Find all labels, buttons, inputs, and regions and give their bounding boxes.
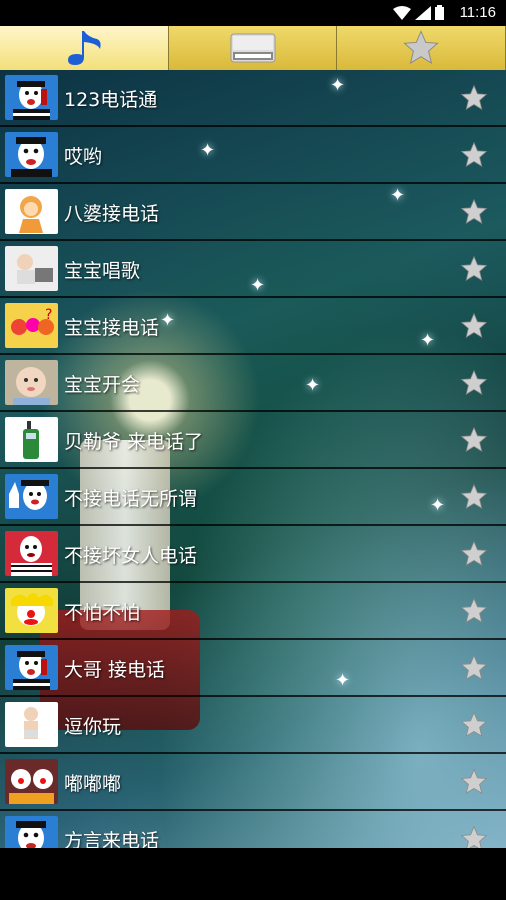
favorite-star-button[interactable]	[460, 312, 488, 340]
ringtone-title: 逗你玩	[64, 716, 122, 738]
star-icon	[460, 483, 488, 509]
signal-icon	[415, 5, 431, 20]
star-icon	[460, 426, 488, 452]
favorite-star-button[interactable]	[460, 540, 488, 568]
favorite-star-button[interactable]	[460, 597, 488, 625]
list-item[interactable]: 逗你玩	[0, 697, 506, 754]
wifi-icon	[393, 5, 411, 20]
status-icons	[393, 5, 444, 20]
ringtone-title: 八婆接电话	[64, 203, 160, 225]
favorite-star-button[interactable]	[460, 825, 488, 848]
ringtone-title: 贝勒爷 来电话了	[64, 431, 204, 453]
ringtone-thumbnail	[5, 531, 58, 576]
ringtone-thumbnail	[5, 474, 58, 519]
battery-icon	[435, 5, 444, 20]
ringtone-title: 宝宝唱歌	[64, 260, 141, 282]
tab-favorites[interactable]	[337, 26, 506, 70]
ringtone-thumbnail: ?	[5, 303, 58, 348]
list-item[interactable]: 不接坏女人电话	[0, 526, 506, 583]
ringtone-title: 宝宝开会	[64, 374, 141, 396]
ringtone-thumbnail	[5, 360, 58, 405]
status-bar: 11:16	[0, 0, 506, 26]
sd-card-icon	[230, 33, 275, 63]
list-item[interactable]: 宝宝唱歌	[0, 241, 506, 298]
music-note-icon	[67, 31, 101, 65]
favorite-star-button[interactable]	[460, 711, 488, 739]
list-item[interactable]: 八婆接电话	[0, 184, 506, 241]
star-icon	[460, 312, 488, 338]
favorite-star-button[interactable]	[460, 141, 488, 169]
list-item[interactable]: 宝宝开会	[0, 355, 506, 412]
favorite-star-button[interactable]	[460, 426, 488, 454]
svg-text:?: ?	[45, 307, 52, 323]
ringtone-thumbnail	[5, 588, 58, 633]
star-icon	[460, 711, 488, 737]
ringtone-title: 嘟嘟嘟	[64, 773, 122, 795]
status-time: 11:16	[459, 4, 496, 21]
favorite-star-button[interactable]	[460, 198, 488, 226]
ringtone-title: 123电话通	[64, 89, 158, 111]
list-item[interactable]: 哎哟	[0, 127, 506, 184]
star-icon	[460, 768, 488, 794]
favorite-star-button[interactable]	[460, 255, 488, 283]
favorite-star-button[interactable]	[460, 483, 488, 511]
favorite-star-button[interactable]	[460, 654, 488, 682]
list-item[interactable]: 不怕不怕	[0, 583, 506, 640]
ringtone-thumbnail	[5, 132, 58, 177]
star-icon	[460, 825, 488, 848]
favorite-star-button[interactable]	[460, 768, 488, 796]
star-icon	[403, 30, 439, 65]
star-icon	[460, 369, 488, 395]
tab-bar	[0, 26, 506, 70]
ringtone-title: 不接坏女人电话	[64, 545, 198, 567]
star-icon	[460, 597, 488, 623]
star-icon	[460, 255, 488, 281]
ringtone-list[interactable]: ✦ ✦ ✦ ✦ ✦ ✦ ✦ ✦ ✦ 123电话通 哎哟 八婆接电话 宝宝唱歌? 宝宝接电…	[0, 70, 506, 848]
list-item[interactable]: 大哥 接电话	[0, 640, 506, 697]
ringtone-thumbnail	[5, 189, 58, 234]
ringtone-thumbnail	[5, 417, 58, 462]
list-item[interactable]: 方言来电话	[0, 811, 506, 848]
bottom-bar	[0, 848, 506, 900]
favorite-star-button[interactable]	[460, 369, 488, 397]
list-item[interactable]: ? 宝宝接电话	[0, 298, 506, 355]
favorite-star-button[interactable]	[460, 84, 488, 112]
star-icon	[460, 198, 488, 224]
ringtone-title: 宝宝接电话	[64, 317, 160, 339]
star-icon	[460, 540, 488, 566]
list-item[interactable]: 不接电话无所谓	[0, 469, 506, 526]
ringtone-thumbnail	[5, 246, 58, 291]
star-icon	[460, 84, 488, 110]
ringtone-title: 不接电话无所谓	[64, 488, 198, 510]
list-item[interactable]: 嘟嘟嘟	[0, 754, 506, 811]
star-icon	[460, 654, 488, 680]
ringtone-thumbnail	[5, 759, 58, 804]
ringtone-thumbnail	[5, 816, 58, 848]
ringtone-title: 大哥 接电话	[64, 659, 166, 681]
ringtone-thumbnail	[5, 75, 58, 120]
tab-storage[interactable]	[168, 26, 338, 70]
ringtone-title: 不怕不怕	[64, 602, 141, 624]
list-item[interactable]: 123电话通	[0, 70, 506, 127]
ringtone-title: 哎哟	[64, 146, 103, 168]
ringtone-title: 方言来电话	[64, 830, 160, 848]
list-item[interactable]: 贝勒爷 来电话了	[0, 412, 506, 469]
star-icon	[460, 141, 488, 167]
ringtone-thumbnail	[5, 645, 58, 690]
ringtone-thumbnail	[5, 702, 58, 747]
tab-ringtones[interactable]	[0, 26, 169, 70]
